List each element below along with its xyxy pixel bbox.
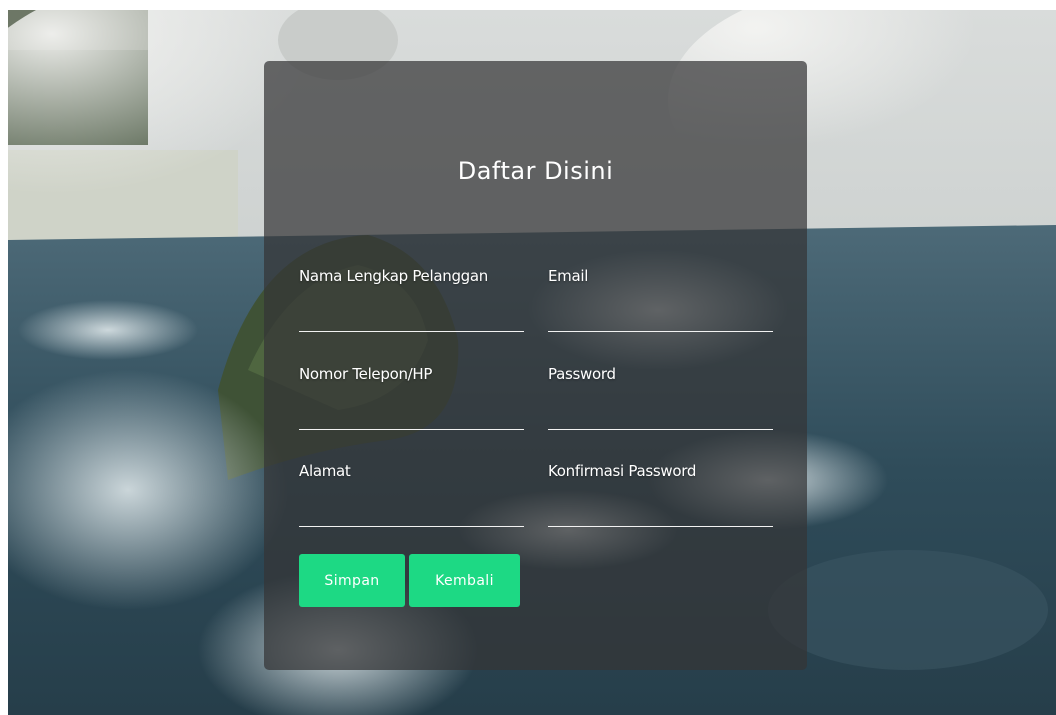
konfirmasi-password-label: Konfirmasi Password (548, 462, 697, 480)
field-email: Email (548, 267, 773, 332)
telepon-input[interactable] (299, 395, 524, 430)
registration-card: Daftar Disini Nama Lengkap Pelanggan Ema… (264, 61, 807, 670)
form-title: Daftar Disini (457, 157, 614, 185)
password-label: Password (548, 365, 616, 383)
field-nama-lengkap: Nama Lengkap Pelanggan (299, 267, 524, 332)
field-konfirmasi-password: Konfirmasi Password (548, 462, 773, 527)
konfirmasi-password-input[interactable] (548, 492, 773, 527)
field-password: Password (548, 365, 773, 430)
nama-lengkap-input[interactable] (299, 297, 524, 332)
telepon-label: Nomor Telepon/HP (299, 365, 433, 383)
kembali-button[interactable]: Kembali (409, 554, 520, 607)
field-telepon: Nomor Telepon/HP (299, 365, 524, 430)
email-input[interactable] (548, 297, 773, 332)
alamat-label: Alamat (299, 462, 351, 480)
alamat-input[interactable] (299, 492, 524, 527)
nama-lengkap-label: Nama Lengkap Pelanggan (299, 267, 488, 285)
password-input[interactable] (548, 395, 773, 430)
simpan-button[interactable]: Simpan (299, 554, 405, 607)
email-label: Email (548, 267, 589, 285)
page-viewport: Daftar Disini Nama Lengkap Pelanggan Ema… (8, 10, 1056, 715)
field-alamat: Alamat (299, 462, 524, 527)
